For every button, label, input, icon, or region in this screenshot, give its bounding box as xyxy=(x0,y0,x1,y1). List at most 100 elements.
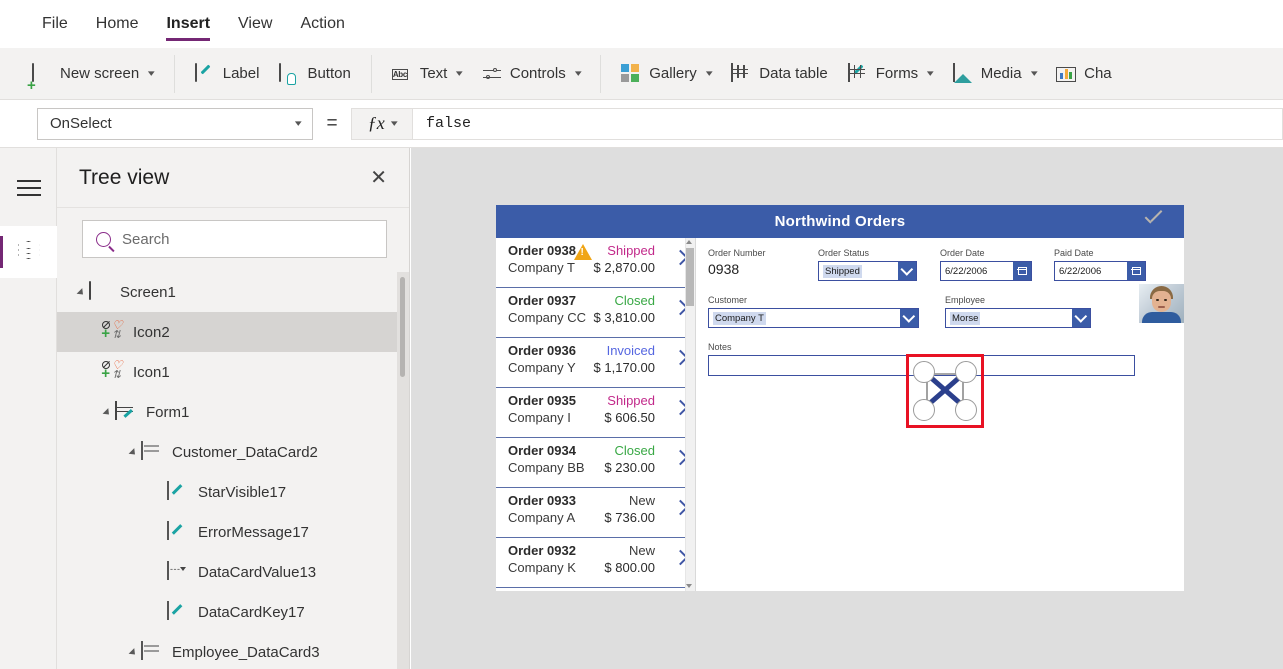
calendar-icon[interactable] xyxy=(1013,262,1031,280)
tree-node-screen1[interactable]: Screen1 xyxy=(57,272,409,312)
chevron-down-icon: ▾ xyxy=(927,68,934,78)
tree-node-datacardkey17[interactable]: DataCardKey17 xyxy=(57,592,409,632)
gallery-item-order: Order 0935 xyxy=(508,393,576,408)
tree-scrollbar[interactable] xyxy=(397,272,409,669)
gallery-item[interactable]: Order 0933 New Company A $ 736.00 xyxy=(496,488,695,538)
gallery-item-company: Company Y xyxy=(508,360,576,375)
expand-arrow-icon[interactable] xyxy=(71,288,89,298)
menu-bar: File Home Insert View Action xyxy=(0,0,1283,48)
gallery-item-status: Invoiced xyxy=(606,343,655,358)
gallery-item-order: Order 0936 xyxy=(508,343,576,358)
warning-icon xyxy=(574,244,592,260)
text-button[interactable]: Abc Text ▾ xyxy=(382,55,472,93)
tree-node-icon2[interactable]: ♡ + ⇅ Icon2 xyxy=(57,312,409,352)
new-screen-button[interactable]: New screen ▾ xyxy=(22,55,164,93)
gallery-item-order: Order 0933 xyxy=(508,493,576,508)
gallery-item[interactable]: Order 0938 Shipped Company T $ 2,870.00 xyxy=(496,238,695,288)
app-body: Order 0938 Shipped Company T $ 2,870.00 … xyxy=(496,238,1184,591)
gallery-item-amount: $ 3,810.00 xyxy=(593,310,655,325)
menu-item-file[interactable]: File xyxy=(28,0,82,48)
gallery-item[interactable]: Order 0932 New Company K $ 800.00 xyxy=(496,538,695,588)
tree-node-icon1[interactable]: ♡ + ⇅ Icon1 xyxy=(57,352,409,392)
text-abc-icon: Abc xyxy=(391,68,409,80)
icons-group-icon: ♡ + ⇅ xyxy=(101,358,123,382)
formula-input[interactable]: false xyxy=(413,107,1283,140)
menu-item-action[interactable]: Action xyxy=(286,0,358,48)
field-label: Order Status xyxy=(818,248,870,258)
tree-node-label: DataCardValue13 xyxy=(198,563,317,581)
tree-node-employee-datacard3[interactable]: Employee_DataCard3 xyxy=(57,632,409,669)
search-input[interactable]: Search xyxy=(82,220,387,258)
customer-dropdown[interactable]: Company T xyxy=(708,308,919,328)
gallery-item-order: Order 0937 xyxy=(508,293,576,308)
tree-node-errormessage17[interactable]: ErrorMessage17 xyxy=(57,512,409,552)
orders-gallery[interactable]: Order 0938 Shipped Company T $ 2,870.00 … xyxy=(496,238,696,591)
menu-item-home[interactable]: Home xyxy=(82,0,153,48)
gallery-scrollbar-thumb[interactable] xyxy=(686,248,694,306)
paid-date-picker[interactable]: 6/22/2006 xyxy=(1054,261,1146,281)
data-table-label: Data table xyxy=(759,65,828,82)
gallery-scrollbar[interactable] xyxy=(685,238,695,591)
forms-button[interactable]: Forms ▾ xyxy=(838,55,943,93)
order-date-picker[interactable]: 6/22/2006 xyxy=(940,261,1032,281)
button-button[interactable]: Button xyxy=(269,55,360,93)
new-screen-label: New screen xyxy=(60,65,140,82)
power-apps-studio: File Home Insert View Action New screen … xyxy=(0,0,1283,669)
property-selector[interactable]: OnSelect ▾ xyxy=(37,107,313,140)
media-button[interactable]: Media ▾ xyxy=(943,55,1046,93)
dropdown-value: Shipped xyxy=(823,264,862,278)
chevron-down-icon[interactable] xyxy=(1072,309,1090,327)
data-table-button[interactable]: Data table xyxy=(721,55,837,93)
gallery-item[interactable]: Order 0937 Closed Company CC $ 3,810.00 xyxy=(496,288,695,338)
chevron-down-icon: ▾ xyxy=(295,118,303,128)
chevron-down-icon: ▾ xyxy=(148,68,155,78)
tree-node-datacardvalue13[interactable]: DataCardValue13 xyxy=(57,552,409,592)
expand-arrow-icon[interactable] xyxy=(123,448,141,458)
charts-button[interactable]: Cha xyxy=(1046,55,1122,93)
hamburger-menu-button[interactable] xyxy=(0,162,57,214)
scroll-down-icon[interactable] xyxy=(686,584,692,588)
label-button[interactable]: Label xyxy=(185,55,270,93)
gallery-label: Gallery xyxy=(649,65,697,82)
field-label: Customer xyxy=(708,295,748,305)
gallery-item[interactable]: Order 0935 Shipped Company I $ 606.50 xyxy=(496,388,695,438)
tree-node-label: Icon2 xyxy=(133,323,170,341)
tree-node-form1[interactable]: Form1 xyxy=(57,392,409,432)
tree-node-label: DataCardKey17 xyxy=(198,603,305,621)
chevron-down-icon[interactable] xyxy=(898,262,916,280)
gallery-item-status: New xyxy=(628,543,655,558)
menu-item-view[interactable]: View xyxy=(224,0,286,48)
employee-dropdown[interactable]: Morse xyxy=(945,308,1091,328)
checkmark-icon[interactable] xyxy=(1142,212,1164,230)
chevron-down-icon: ▾ xyxy=(1030,68,1038,78)
close-icon[interactable]: ✕ xyxy=(370,168,387,188)
tree-scrollbar-thumb[interactable] xyxy=(400,277,405,377)
calendar-icon[interactable] xyxy=(1127,262,1145,280)
field-employee: Employee Morse xyxy=(945,295,1105,328)
tree-node-starvisible17[interactable]: StarVisible17 xyxy=(57,472,409,512)
gallery-item-order: Order 0934 xyxy=(508,443,576,458)
field-order-date: Order Date 6/22/2006 xyxy=(940,248,1054,281)
gallery-item[interactable]: Order 0934 Closed Company BB $ 230.00 xyxy=(496,438,695,488)
gallery-item-status: Shipped xyxy=(607,393,655,408)
datacard-icon xyxy=(141,441,163,462)
notes-input[interactable] xyxy=(708,355,1135,376)
gallery-item[interactable]: Order 0936 Invoiced Company Y $ 1,170.00 xyxy=(496,338,695,388)
controls-button[interactable]: Controls ▾ xyxy=(472,55,590,93)
tree-node-customer-datacard2[interactable]: Customer_DataCard2 xyxy=(57,432,409,472)
hamburger-icon xyxy=(16,187,41,189)
tree-node-list: Screen1 ♡ + ⇅ Icon2 ♡ + ⇅ Icon1 Form1 Cu… xyxy=(57,272,409,669)
gallery-button[interactable]: Gallery ▾ xyxy=(611,55,721,93)
expand-arrow-icon[interactable] xyxy=(123,648,141,658)
order-status-dropdown[interactable]: Shipped xyxy=(818,261,917,281)
field-value: 0938 xyxy=(708,261,740,277)
ribbon-divider xyxy=(173,54,175,93)
chevron-down-icon[interactable] xyxy=(900,309,918,327)
gallery-item-order: Order 0938 xyxy=(508,243,576,258)
expand-arrow-icon[interactable] xyxy=(97,408,115,418)
tree-view-rail-tab[interactable] xyxy=(0,226,57,278)
scroll-up-icon[interactable] xyxy=(686,240,692,244)
gallery-item-status: Shipped xyxy=(607,243,655,258)
menu-item-insert[interactable]: Insert xyxy=(152,0,224,48)
fx-button[interactable]: ƒx ▾ xyxy=(351,107,413,140)
